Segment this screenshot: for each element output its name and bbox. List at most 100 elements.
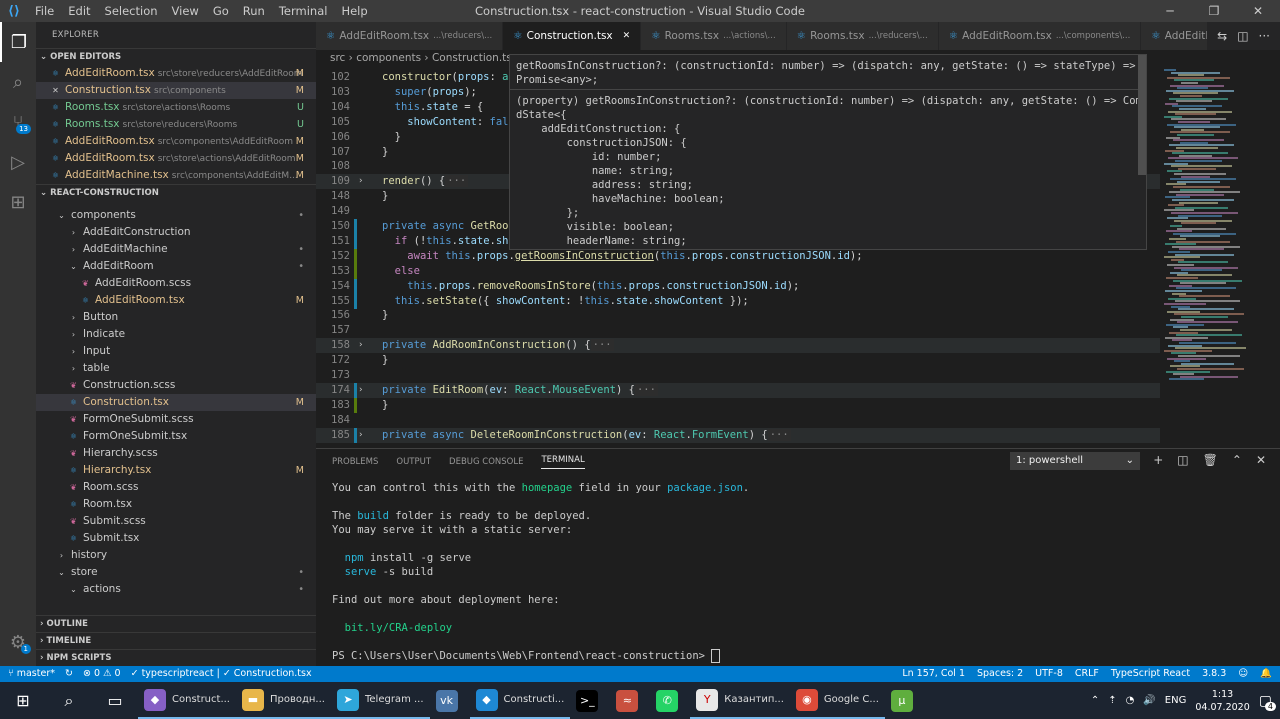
close-panel-icon[interactable]: ✕ — [1256, 453, 1266, 467]
breadcrumb-item[interactable]: src — [330, 52, 345, 64]
menu-item-edit[interactable]: Edit — [61, 4, 97, 18]
fold-chevron-icon[interactable]: › — [358, 428, 363, 443]
windows-start-icon[interactable]: ⊞ — [0, 682, 46, 719]
encoding[interactable]: UTF-8 — [1035, 666, 1063, 682]
tree-item[interactable]: ❦ Submit.scss — [36, 513, 316, 530]
tree-item[interactable]: ⚛ FormOneSubmit.tsx — [36, 428, 316, 445]
tree-item[interactable]: › AddEditMachine • — [36, 241, 316, 258]
menu-item-run[interactable]: Run — [236, 4, 272, 18]
ts-version[interactable]: 3.8.3 — [1202, 666, 1226, 682]
tree-item[interactable]: › history — [36, 547, 316, 564]
menu-item-selection[interactable]: Selection — [98, 4, 165, 18]
section-npm-scripts[interactable]: › NPM SCRIPTS — [36, 649, 316, 666]
taskbar-app[interactable]: ➤ Telegram ... — [330, 682, 430, 719]
hover-scrollbar[interactable] — [1138, 55, 1146, 175]
panel-tab-problems[interactable]: PROBLEMS — [332, 457, 378, 467]
search-icon[interactable]: ⌕ — [0, 62, 36, 102]
open-editor-item[interactable]: ⚛ AddEditRoom.tsx src\components\AddEditRo… — [36, 133, 316, 150]
panel-tab-terminal[interactable]: TERMINAL — [541, 455, 585, 469]
terminal-output[interactable]: You can control this with the homepage f… — [332, 481, 749, 663]
editor-tab[interactable]: ⚛ AddEditRoom.tsx ...\reducers\... — [316, 22, 504, 50]
task-view-icon[interactable]: ▭ — [92, 682, 138, 719]
tree-item[interactable]: ⌄ AddEditRoom • — [36, 258, 316, 275]
tree-item[interactable]: › Button — [36, 309, 316, 326]
settings-gear-icon[interactable]: ⚙ 1 — [0, 622, 36, 662]
trash-icon[interactable]: 🗑 — [1203, 453, 1218, 467]
more-actions-icon[interactable]: ··· — [1259, 29, 1270, 43]
extensions-icon[interactable]: ⊞ — [0, 182, 36, 222]
new-terminal-icon[interactable]: + — [1153, 453, 1163, 467]
tree-item[interactable]: ⚛ Construction.tsx M — [36, 394, 316, 411]
open-editor-item[interactable]: ⚛ AddEditRoom.tsx src\store\actions\AddEdi… — [36, 150, 316, 167]
project-header[interactable]: ⌄ REACT-CONSTRUCTION — [36, 184, 316, 201]
open-editor-item[interactable]: ✕ Construction.tsx src\components M — [36, 82, 316, 99]
editor-tab[interactable]: ⚛ Rooms.tsx ...\reducers\... — [786, 22, 939, 50]
explorer-icon[interactable]: ❐ — [0, 22, 36, 62]
tree-item[interactable]: ⚛ Hierarchy.tsx M — [36, 462, 316, 479]
taskbar-app[interactable]: Y Казантип... — [690, 682, 790, 719]
maximize-icon[interactable]: ❐ — [1192, 0, 1236, 22]
breadcrumb-item[interactable]: components — [356, 52, 421, 64]
taskbar-app[interactable]: µ — [885, 682, 925, 719]
editor-scrollbar[interactable] — [1270, 66, 1280, 444]
minimap[interactable] — [1160, 66, 1270, 444]
panel-tab-debug-console[interactable]: DEBUG CONSOLE — [449, 457, 523, 467]
menu-item-terminal[interactable]: Terminal — [272, 4, 335, 18]
branch-status[interactable]: ⑂ master* — [8, 666, 55, 682]
network-icon[interactable]: ⇡ — [1108, 695, 1116, 706]
menu-item-go[interactable]: Go — [206, 4, 236, 18]
taskbar-app[interactable]: ≈ — [610, 682, 650, 719]
tree-item[interactable]: › Input — [36, 343, 316, 360]
taskbar-app[interactable]: vk — [430, 682, 470, 719]
menu-item-view[interactable]: View — [165, 4, 206, 18]
fold-chevron-icon[interactable]: › — [358, 338, 363, 353]
tree-item[interactable]: ❦ FormOneSubmit.scss — [36, 411, 316, 428]
maximize-panel-icon[interactable]: ⌃ — [1232, 453, 1242, 467]
tree-item[interactable]: › AddEditConstruction — [36, 224, 316, 241]
indentation[interactable]: Spaces: 2 — [977, 666, 1023, 682]
editor-tab[interactable]: ⚛ Construction.tsx ✕ — [503, 22, 642, 50]
menu-item-help[interactable]: Help — [334, 4, 374, 18]
menu-item-file[interactable]: File — [28, 4, 61, 18]
close-window-icon[interactable]: ✕ — [1236, 0, 1280, 22]
sync-icon[interactable]: ↻ — [65, 666, 73, 682]
split-editor-icon[interactable]: ◫ — [1237, 29, 1248, 43]
open-editor-item[interactable]: ⚛ Rooms.tsx src\store\actions\Rooms U — [36, 99, 316, 116]
section-outline[interactable]: › OUTLINE — [36, 615, 316, 632]
action-center-icon[interactable]: ▢ 4 — [1259, 693, 1276, 711]
open-editor-item[interactable]: ⚛ Rooms.tsx src\store\reducers\Rooms U — [36, 116, 316, 133]
taskbar-app[interactable]: ✆ — [650, 682, 690, 719]
clock[interactable]: 1:13 04.07.2020 — [1195, 688, 1249, 714]
problems-status[interactable]: ⊗ 0 ⚠ 0 — [83, 666, 121, 682]
language-indicator[interactable]: ENG — [1165, 695, 1187, 706]
cursor-position[interactable]: Ln 157, Col 1 — [902, 666, 965, 682]
source-control-icon[interactable]: ⑂ 13 — [0, 102, 36, 142]
taskbar-app[interactable]: ◉ Google C... — [789, 682, 885, 719]
section-timeline[interactable]: › TIMELINE — [36, 632, 316, 649]
breadcrumb-item[interactable]: Construction.ts — [432, 52, 512, 64]
language-mode[interactable]: TypeScript React — [1111, 666, 1190, 682]
open-editor-item[interactable]: ⚛ AddEditMachine.tsx src\components\AddEdi… — [36, 167, 316, 184]
search-icon[interactable]: ⌕ — [46, 682, 92, 719]
fold-chevron-icon[interactable]: › — [358, 174, 363, 189]
minimize-icon[interactable]: ─ — [1148, 0, 1192, 22]
language-validation[interactable]: ✓ typescriptreact | ✓ Construction.tsx — [131, 666, 312, 682]
taskbar-app[interactable]: ◆ Construct... — [138, 682, 236, 719]
editor-tab[interactable]: ⚛ AddEditRoom.tsx ...\components\... — [938, 22, 1142, 50]
taskbar-app[interactable]: >_ — [570, 682, 610, 719]
split-terminal-icon[interactable]: ◫ — [1177, 453, 1188, 467]
terminal-select[interactable]: 1: powershell ⌄ — [1010, 452, 1140, 470]
tree-item[interactable]: ❦ Construction.scss — [36, 377, 316, 394]
run-debug-icon[interactable]: ▷ — [0, 142, 36, 182]
end-of-line[interactable]: CRLF — [1075, 666, 1099, 682]
tree-item[interactable]: ⌄ store • — [36, 564, 316, 581]
tree-item[interactable]: ⌄ components • — [36, 207, 316, 224]
wifi-icon[interactable]: ◔ — [1126, 695, 1135, 706]
open-editors-header[interactable]: ⌄ OPEN EDITORS — [36, 48, 316, 65]
tree-item[interactable]: ⌄ actions • — [36, 581, 316, 598]
tree-item[interactable]: › table — [36, 360, 316, 377]
tree-item[interactable]: ⚛ Room.tsx — [36, 496, 316, 513]
editor-tab[interactable]: ⚛ Rooms.tsx ...\actions\... — [641, 22, 787, 50]
tree-item[interactable]: ❦ Room.scss — [36, 479, 316, 496]
notifications-icon[interactable]: 🔔 — [1260, 666, 1272, 682]
